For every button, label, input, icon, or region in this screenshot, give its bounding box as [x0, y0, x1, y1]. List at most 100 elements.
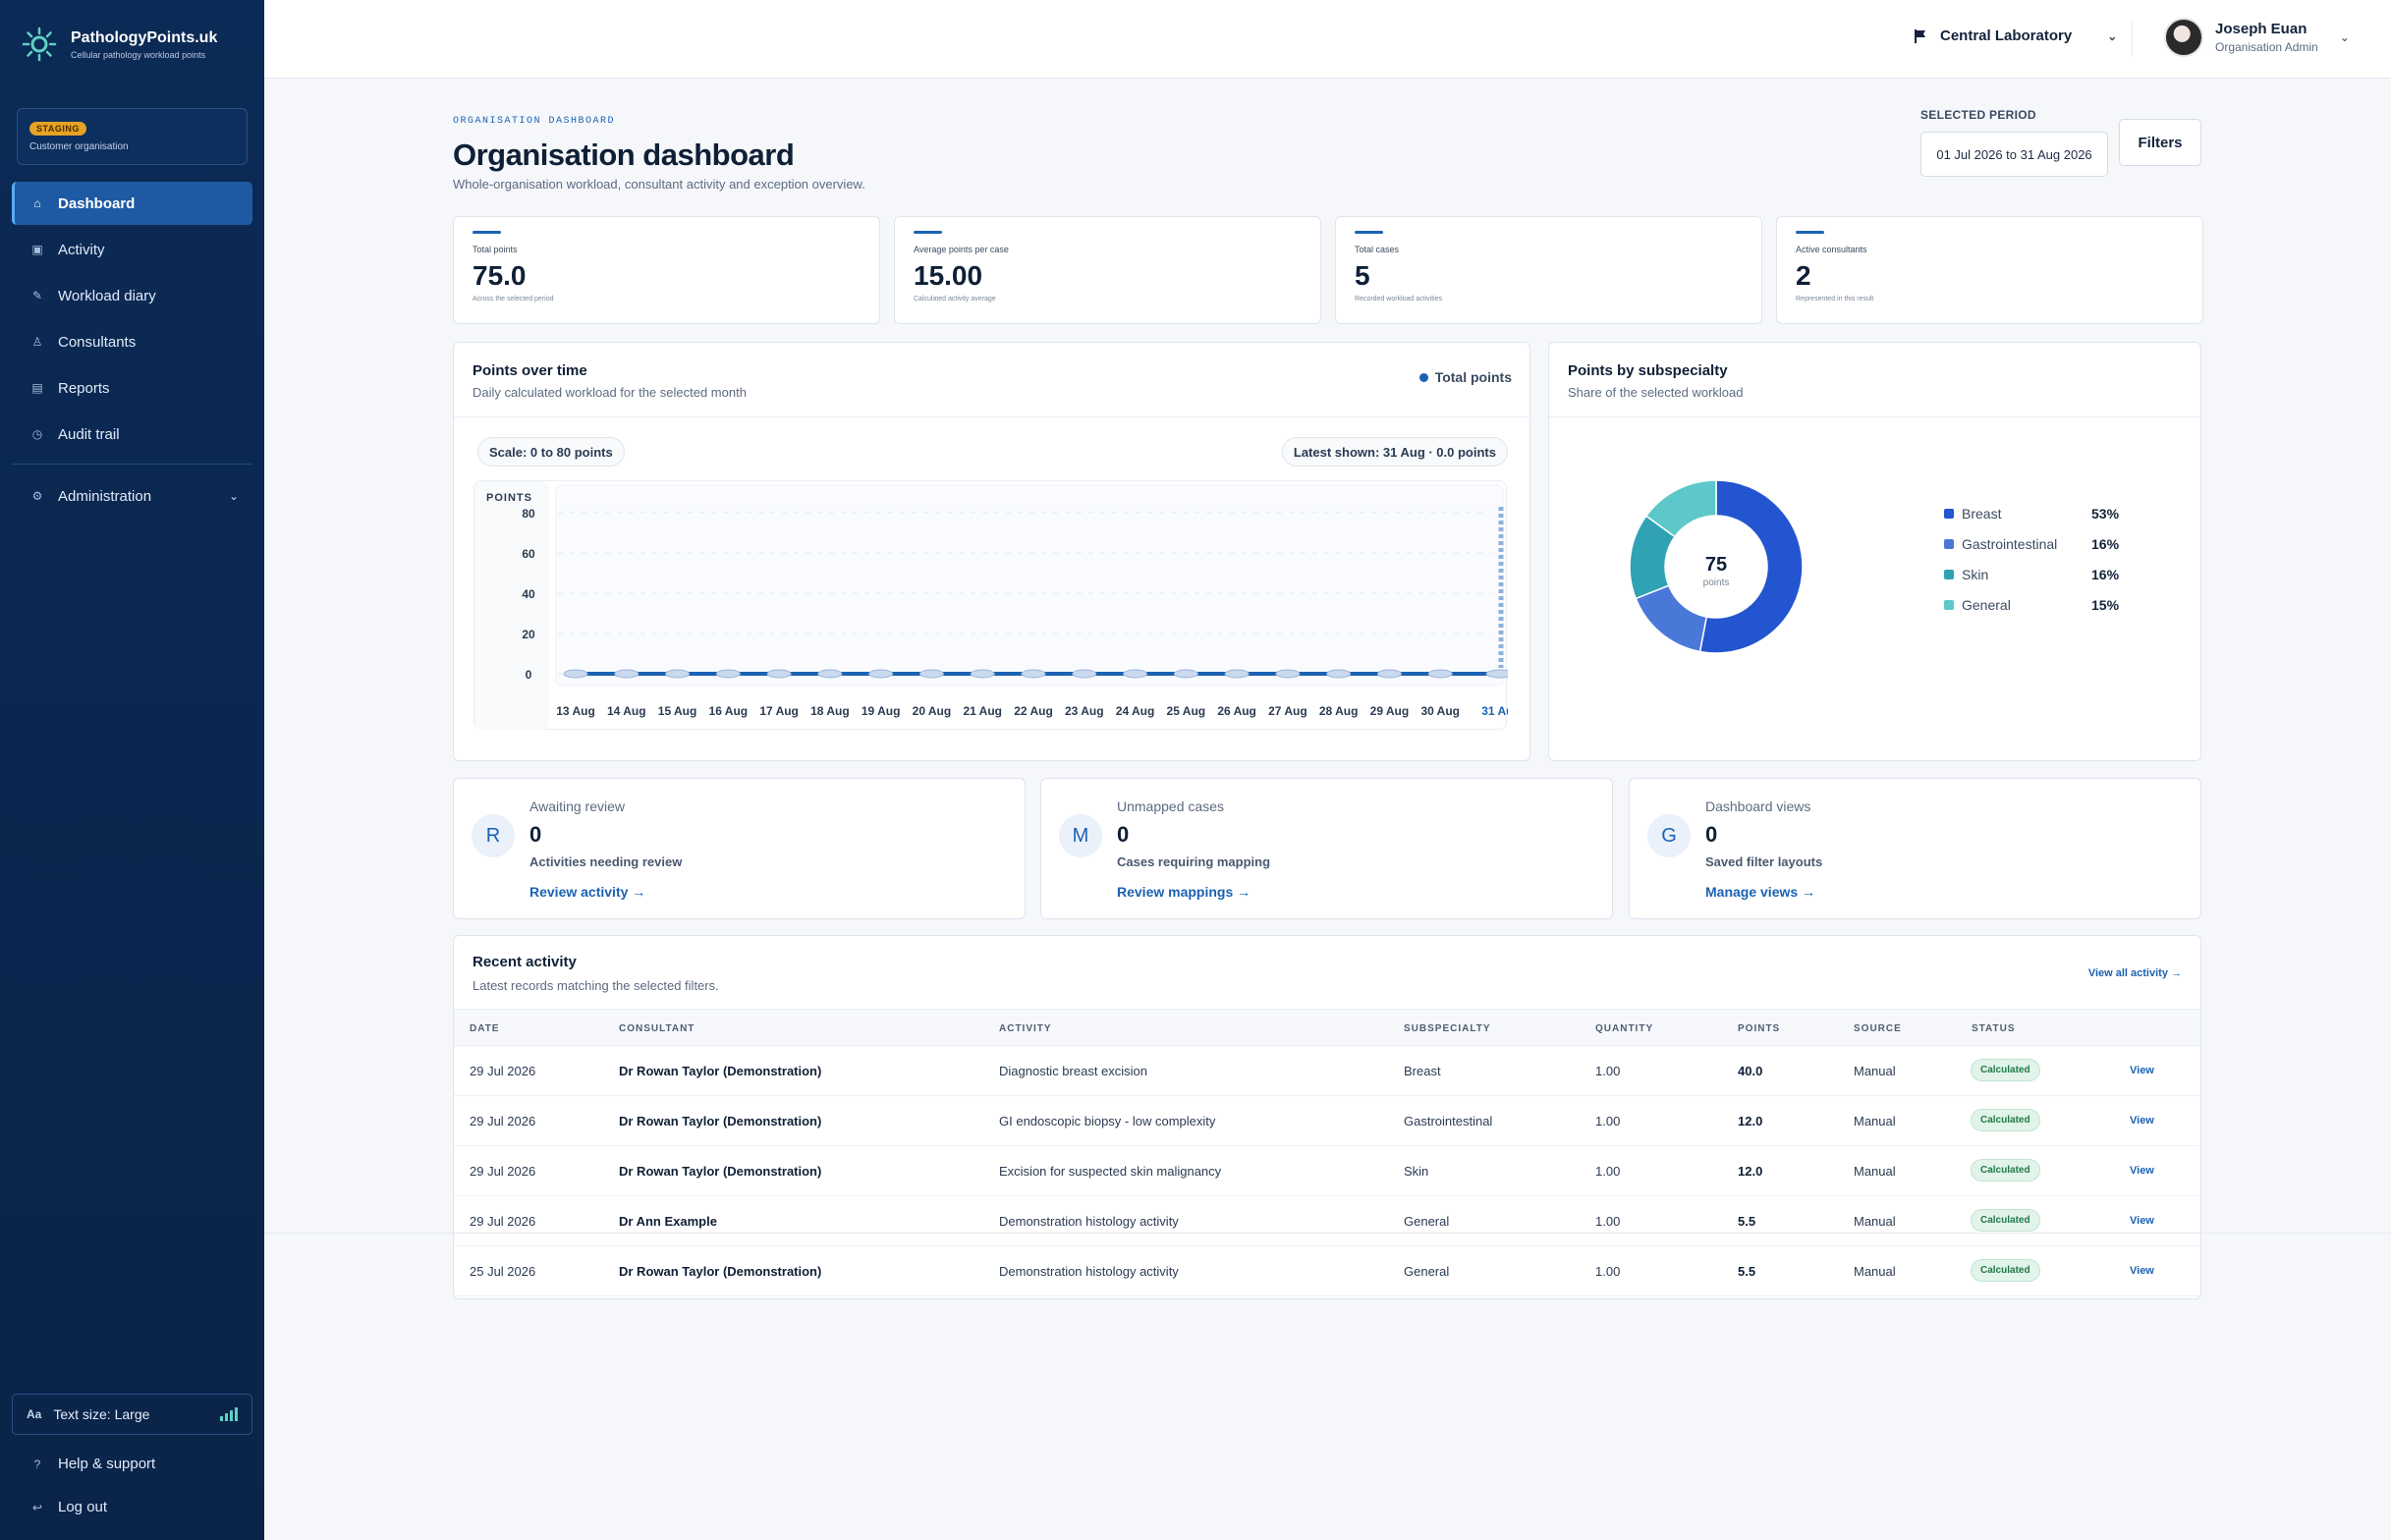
- view-row-link[interactable]: View: [2130, 1115, 2154, 1127]
- clock-icon: ◷: [31, 427, 43, 441]
- kpi-card-active-consultants: Active consultants 2 Represented in this…: [1776, 216, 2203, 324]
- review-activity-link[interactable]: Review activity →: [529, 884, 645, 900]
- cell-source: Manual: [1854, 1064, 1896, 1078]
- user-role: Organisation Admin: [2215, 40, 2318, 54]
- kpi-note: Calculated activity average: [914, 296, 996, 302]
- sidebar-item-reports[interactable]: ▤ Reports: [12, 366, 252, 410]
- column-header[interactable]: SOURCE: [1854, 1023, 1902, 1034]
- cell-activity: Diagnostic breast excision: [999, 1064, 1148, 1078]
- sidebar-item-workload-diary[interactable]: ✎ Workload diary: [12, 274, 252, 317]
- sidebar-item-administration[interactable]: ⚙ Administration ⌄: [12, 474, 252, 518]
- kpi-note: Represented in this result: [1796, 296, 1874, 302]
- cell-quantity: 1.00: [1595, 1064, 1621, 1078]
- panel-subtitle: Share of the selected workload: [1568, 385, 1744, 400]
- sidebar-item-activity[interactable]: ▣ Activity: [12, 228, 252, 271]
- legend-label: Total points: [1434, 369, 1512, 385]
- panel-title: Points over time: [473, 362, 587, 379]
- manage-views-link[interactable]: Manage views →: [1705, 884, 1815, 900]
- data-point: [563, 669, 588, 679]
- table-row[interactable]: 29 Jul 2026 Dr Rowan Taylor (Demonstratio…: [454, 1096, 2200, 1146]
- text-size-icon: Aa: [27, 1407, 42, 1421]
- cell-date: 29 Jul 2026: [470, 1114, 536, 1128]
- cell-quantity: 1.00: [1595, 1264, 1621, 1279]
- table-row[interactable]: 29 Jul 2026 Dr Rowan Taylor (Demonstratio…: [454, 1046, 2200, 1096]
- logout-label: Log out: [58, 1499, 108, 1515]
- panel-title: Points by subspecialty: [1568, 362, 1728, 379]
- data-point: [1275, 669, 1301, 679]
- logout-link[interactable]: ↩ Log out: [29, 1499, 107, 1515]
- cell-points: 40.0: [1738, 1064, 1763, 1078]
- top-bar: Central Laboratory ⌄ Joseph Euan Organis…: [264, 0, 2391, 79]
- filters-button[interactable]: Filters: [2119, 119, 2201, 166]
- dashboard-views-card: G Dashboard views 0 Saved filter layouts…: [1629, 778, 2201, 919]
- view-row-link[interactable]: View: [2130, 1165, 2154, 1177]
- alert-description: Activities needing review: [529, 854, 683, 869]
- cell-quantity: 1.00: [1595, 1164, 1621, 1179]
- cell-points: 5.5: [1738, 1214, 1756, 1229]
- cell-source: Manual: [1854, 1114, 1896, 1128]
- column-header[interactable]: ACTIVITY: [999, 1023, 1052, 1034]
- chart-legend: Total points: [1418, 369, 1512, 385]
- sidebar-item-consultants[interactable]: ♙ Consultants: [12, 320, 252, 363]
- view-row-link[interactable]: View: [2130, 1215, 2154, 1227]
- subspecialty-donut-chart: 75 points Breast 53% Gastrointestinal 16% Skin…: [1629, 479, 2120, 654]
- x-tick-label: 16 Aug: [709, 704, 749, 718]
- cell-consultant: Dr Rowan Taylor (Demonstration): [619, 1114, 822, 1128]
- kpi-value: 2: [1796, 260, 1811, 291]
- cell-points: 12.0: [1738, 1164, 1763, 1179]
- brand[interactable]: PathologyPoints.uk Cellular pathology wo…: [22, 27, 217, 62]
- x-tick-label: 13 Aug: [556, 704, 595, 718]
- sidebar-item-audit-trail[interactable]: ◷ Audit trail: [12, 412, 252, 456]
- table-row[interactable]: 29 Jul 2026 Dr Rowan Taylor (Demonstratio…: [454, 1146, 2200, 1196]
- column-header[interactable]: POINTS: [1738, 1023, 1780, 1034]
- panel-title: Recent activity: [473, 954, 577, 970]
- column-header[interactable]: DATE: [470, 1023, 499, 1034]
- y-axis-band: [474, 481, 549, 731]
- kpi-note: Recorded workload activities: [1355, 296, 1443, 302]
- sidebar-item-label: Administration: [58, 487, 152, 505]
- user-name: Joseph Euan: [2215, 21, 2308, 37]
- brand-name: PathologyPoints.uk: [71, 28, 218, 46]
- y-tick-label: 80: [522, 507, 535, 521]
- review-badge-icon: R: [472, 814, 515, 857]
- page-subtitle: Whole-organisation workload, consultant …: [453, 177, 865, 192]
- view-all-activity-link[interactable]: View all activity →: [2088, 967, 2182, 979]
- avatar: [2164, 18, 2203, 57]
- cell-activity: Excision for suspected skin malignancy: [999, 1164, 1222, 1179]
- cell-date: 25 Jul 2026: [470, 1264, 536, 1279]
- text-size-toggle[interactable]: Aa Text size: Large: [12, 1394, 252, 1435]
- activity-icon: ▣: [31, 243, 43, 256]
- status-badge: Calculated: [1971, 1259, 2040, 1282]
- unmapped-cases-card: M Unmapped cases 0 Cases requiring mappi…: [1040, 778, 1613, 919]
- view-row-link[interactable]: View: [2130, 1265, 2154, 1277]
- kpi-label: Active consultants: [1796, 245, 1867, 254]
- panel-subtitle: Daily calculated workload for the select…: [473, 385, 747, 400]
- help-support-link[interactable]: ? Help & support: [29, 1456, 156, 1472]
- legend-value: 16%: [2091, 536, 2120, 552]
- sidebar-item-label: Audit trail: [58, 425, 120, 443]
- user-menu[interactable]: Joseph Euan Organisation Admin ⌄: [2164, 18, 2350, 57]
- cell-activity: Demonstration histology activity: [999, 1214, 1179, 1229]
- period-field[interactable]: 01 Jul 2026 to 31 Aug 2026: [1920, 132, 2108, 177]
- awaiting-review-card: R Awaiting review 0 Activities needing r…: [453, 778, 1026, 919]
- data-point: [817, 669, 843, 679]
- column-header[interactable]: QUANTITY: [1595, 1023, 1653, 1034]
- status-badge: Calculated: [1971, 1209, 2040, 1232]
- data-point: [1326, 669, 1352, 679]
- column-header[interactable]: SUBSPECIALTY: [1404, 1023, 1491, 1034]
- x-tick-label: 22 Aug: [1014, 704, 1053, 718]
- view-row-link[interactable]: View: [2130, 1065, 2154, 1076]
- sidebar-item-dashboard[interactable]: ⌂ Dashboard: [12, 182, 252, 225]
- column-header[interactable]: STATUS: [1972, 1023, 2016, 1034]
- review-mappings-link[interactable]: Review mappings →: [1117, 884, 1251, 900]
- environment-card: STAGING Customer organisation: [17, 108, 248, 165]
- divider: [2132, 22, 2133, 57]
- alert-value: 0: [1117, 822, 1130, 847]
- table-row[interactable]: 29 Jul 2026 Dr Ann Example Demonstration h…: [454, 1196, 2200, 1246]
- laboratory-selector[interactable]: Central Laboratory ⌄: [1915, 28, 2117, 44]
- cell-quantity: 1.00: [1595, 1214, 1621, 1229]
- line-chart-frame: POINTS 0 20 40 60 80 13 Aug 14 Aug 15 Aug 16 Aug 1…: [473, 480, 1521, 741]
- mapping-badge-icon: M: [1059, 814, 1102, 857]
- column-header[interactable]: CONSULTANT: [619, 1023, 695, 1034]
- table-row[interactable]: 25 Jul 2026 Dr Rowan Taylor (Demonstratio…: [454, 1246, 2200, 1296]
